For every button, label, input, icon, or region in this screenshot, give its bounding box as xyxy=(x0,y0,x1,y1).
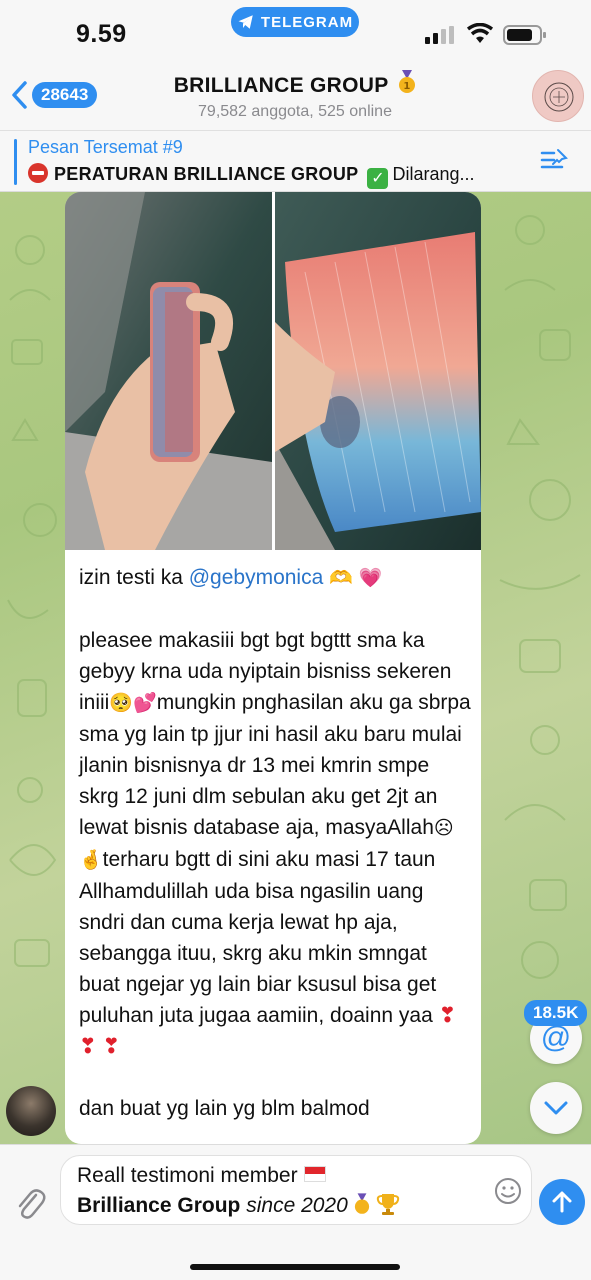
chevron-down-icon xyxy=(544,1101,568,1115)
input-line-1: Reall testimoni member xyxy=(77,1164,326,1188)
no-entry-icon xyxy=(28,163,48,183)
pinned-indicator xyxy=(14,139,17,185)
chat-title-area[interactable]: BRILLIANCE GROUP 1 79,582 anggota, 525 o… xyxy=(140,70,450,121)
trophy-icon xyxy=(377,1194,400,1215)
signal-icon xyxy=(425,26,454,44)
unread-count-badge: 28643 xyxy=(32,82,98,108)
mention-count-badge: 18.5K xyxy=(524,1000,588,1026)
pinned-text: PERATURAN BRILLIANCE GROUP ✓ Dilarang... xyxy=(28,163,533,189)
battery-icon xyxy=(503,25,546,45)
back-button[interactable]: 28643 xyxy=(10,80,98,110)
telegram-pill[interactable]: TELEGRAM xyxy=(231,7,359,37)
chat-subtitle: 79,582 anggota, 525 online xyxy=(198,103,392,120)
heart-exclamation-icon: ❣ xyxy=(102,1035,121,1058)
paperclip-icon[interactable] xyxy=(14,1185,46,1221)
heart-exclamation-icon: ❣ xyxy=(79,1035,97,1058)
check-mark-icon: ✓ xyxy=(367,168,389,189)
pinned-text-rest: Dilarang... xyxy=(392,164,475,184)
chevron-left-icon xyxy=(12,81,27,109)
group-logo-icon xyxy=(544,82,574,112)
photo-cash-fan[interactable] xyxy=(275,192,481,550)
group-avatar[interactable] xyxy=(532,70,584,122)
status-bar: 9.59 TELEGRAM xyxy=(0,0,591,60)
chat-title: BRILLIANCE GROUP xyxy=(173,74,389,97)
message-input-bar: Reall testimoni member Brilliance Group … xyxy=(0,1144,591,1280)
pleading-face-icon: 🥺 xyxy=(109,692,134,714)
input-line-2-bold: Brilliance Group xyxy=(77,1194,241,1217)
frowning-face-icon: ☹ xyxy=(433,817,454,839)
message-text: izin testi ka @gebymonica 🫶 💗 pleasee ma… xyxy=(79,562,473,1144)
message-body-2: dan buat yg lain yg blm balmod xyxy=(79,1097,370,1120)
sparkling-heart-icon: 💗 xyxy=(358,567,383,589)
heart-hands-icon: 🫶 xyxy=(329,567,353,589)
input-line-2-italic: since 2020 xyxy=(246,1194,348,1217)
home-indicator xyxy=(190,1264,400,1270)
chat-title-row: BRILLIANCE GROUP 1 xyxy=(140,70,450,98)
photo-cash-stack[interactable] xyxy=(65,192,272,550)
intro-text: izin testi ka xyxy=(79,566,183,589)
scroll-down-button[interactable] xyxy=(530,1082,582,1134)
fingers-crossed-icon: 🤞 xyxy=(79,849,103,871)
gold-medal-icon: 1 xyxy=(399,70,416,93)
wifi-icon xyxy=(466,23,494,43)
message-input[interactable]: Reall testimoni member Brilliance Group … xyxy=(60,1155,532,1225)
two-hearts-icon: 💕 xyxy=(133,692,157,714)
body1-part-c: terharu bgtt di sini aku masi 17 taun Al… xyxy=(79,848,437,1027)
indonesia-flag-icon xyxy=(303,1166,326,1182)
telegram-pill-label: TELEGRAM xyxy=(260,13,354,31)
message-bubble[interactable]: izin testi ka @gebymonica 🫶 💗 pleasee ma… xyxy=(65,192,481,1144)
status-time: 9.59 xyxy=(76,20,127,48)
message-body-1: pleasee makasiii bgt bgt bgttt sma ka ge… xyxy=(79,625,473,1062)
sticker-icon[interactable] xyxy=(494,1177,522,1205)
gold-medal-icon xyxy=(354,1193,369,1214)
message-intro: izin testi ka @gebymonica 🫶 💗 xyxy=(79,562,473,594)
send-button[interactable] xyxy=(539,1179,585,1225)
pinned-message-bar[interactable]: Pesan Tersemat #9 PERATURAN BRILLIANCE G… xyxy=(0,130,591,192)
mention-link[interactable]: @gebymonica xyxy=(189,566,324,589)
pinned-text-bold: PERATURAN BRILLIANCE GROUP xyxy=(54,164,359,184)
svg-text:1: 1 xyxy=(404,81,411,92)
arrow-up-icon xyxy=(552,1191,572,1213)
at-icon: @ xyxy=(540,1021,572,1054)
telegram-icon xyxy=(238,15,253,29)
chat-header: 28643 BRILLIANCE GROUP 1 79,582 anggota,… xyxy=(0,60,591,130)
pinned-list-icon[interactable] xyxy=(540,147,570,175)
sender-avatar[interactable] xyxy=(6,1086,56,1136)
input-line-1-text: Reall testimoni member xyxy=(77,1164,298,1187)
pinned-title: Pesan Tersemat #9 xyxy=(28,137,183,157)
input-line-2: Brilliance Group since 2020 xyxy=(77,1192,401,1218)
heart-exclamation-icon: ❣ xyxy=(438,1004,457,1027)
